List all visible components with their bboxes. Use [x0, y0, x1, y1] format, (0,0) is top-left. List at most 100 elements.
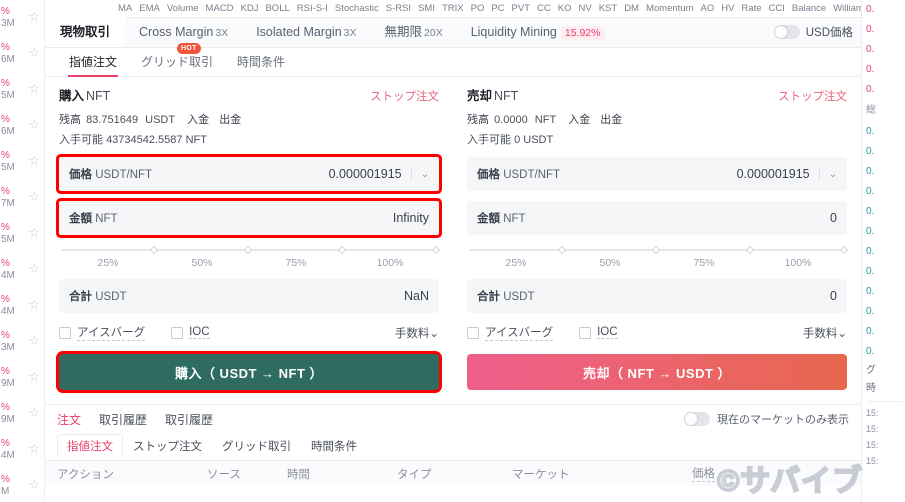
indicator-item[interactable]: MACD	[206, 3, 234, 14]
bid-price[interactable]: 0.	[866, 302, 905, 322]
sell-submit-button[interactable]: 売却（ NFT → USDT ）	[467, 354, 847, 390]
sell-deposit-link[interactable]: 入金	[568, 114, 590, 126]
sell-iceberg-option[interactable]: アイスバーグ	[467, 324, 554, 341]
chevron-down-icon[interactable]: ⌄	[829, 169, 837, 180]
ask-price[interactable]: 0.	[866, 40, 905, 60]
subtab-limit-order[interactable]: 指値注文	[57, 434, 123, 458]
ask-price[interactable]: 0.	[866, 60, 905, 80]
list-item[interactable]: % 5M ☆	[0, 216, 44, 252]
indicator-item[interactable]: PVT	[512, 3, 530, 14]
slider-tick-25[interactable]: 25%	[61, 257, 155, 269]
list-item[interactable]: % 5M ☆	[0, 72, 44, 108]
buy-iceberg-option[interactable]: アイスバーグ	[59, 324, 146, 341]
list-item[interactable]: % 9M ☆	[0, 396, 44, 432]
indicator-item[interactable]: BOLL	[265, 3, 289, 14]
tab-isolated-margin[interactable]: Isolated Margin 3X	[242, 17, 370, 47]
indicator-item[interactable]: TRIX	[442, 3, 464, 14]
list-item[interactable]: % 6M ☆	[0, 36, 44, 72]
bid-price[interactable]: 0.	[866, 142, 905, 162]
tab-open-orders[interactable]: 注文	[57, 411, 81, 428]
bid-price[interactable]: 0.	[866, 242, 905, 262]
buy-price-input[interactable]: 価格 USDT/NFT 0.000001915 ⌄	[59, 157, 439, 191]
orders-sub-tabs[interactable]: 指値注文 ストップ注文 グリッド取引 時間条件	[45, 433, 861, 459]
bid-price[interactable]: 0.	[866, 222, 905, 242]
buy-total-field[interactable]: 合計 USDT NaN	[59, 279, 439, 313]
indicator-item[interactable]: KST	[599, 3, 617, 14]
bid-price[interactable]: 0.	[866, 322, 905, 342]
slider-tick-75[interactable]: 75%	[249, 257, 343, 269]
indicator-item[interactable]: KDJ	[241, 3, 259, 14]
tab-trade-history-2[interactable]: 取引履歴	[165, 411, 213, 428]
chevron-down-icon[interactable]: ⌄	[421, 169, 429, 180]
indicator-item[interactable]: Williams	[833, 3, 861, 14]
orders-tabs[interactable]: 注文 取引履歴 取引履歴 現在のマーケットのみ表示	[45, 405, 861, 433]
sell-fee-dropdown[interactable]: 手数料⌄	[803, 325, 847, 341]
slider-tick-75[interactable]: 75%	[657, 257, 751, 269]
indicator-item[interactable]: Momentum	[646, 3, 694, 14]
indicator-item[interactable]: HV	[721, 3, 734, 14]
left-market-list-column[interactable]: % 3M ☆ % 6M ☆ % 5M ☆ % 6M ☆ % 5M ☆ % 7M ☆ % 5M ☆ % 4M ☆ …	[0, 0, 45, 502]
subtab-grid-trading[interactable]: グリッド取引	[212, 434, 301, 458]
bid-price[interactable]: 0.	[866, 342, 905, 362]
list-item[interactable]: % 7M ☆	[0, 180, 44, 216]
indicator-item[interactable]: PC	[491, 3, 504, 14]
bid-price[interactable]: 0.	[866, 262, 905, 282]
buy-submit-button[interactable]: 購入（ USDT → NFT ）	[59, 354, 439, 390]
list-item[interactable]: % 4M ☆	[0, 252, 44, 288]
star-icon[interactable]: ☆	[28, 405, 40, 421]
indicator-item[interactable]: NV	[579, 3, 592, 14]
sell-amount-input[interactable]: 金額 NFT 0	[467, 201, 847, 235]
subtab-stop-order[interactable]: ストップ注文	[123, 434, 212, 458]
current-market-only-toggle[interactable]: 現在のマーケットのみ表示	[684, 411, 849, 427]
indicator-item[interactable]: RSI-S-I	[297, 3, 328, 14]
indicator-item[interactable]: PO	[471, 3, 485, 14]
slider-tick-100[interactable]: 100%	[343, 257, 437, 269]
buy-deposit-link[interactable]: 入金	[187, 114, 209, 126]
bid-price[interactable]: 0.	[866, 182, 905, 202]
list-item[interactable]: % 6M ☆	[0, 108, 44, 144]
order-type-tabs[interactable]: 指値注文 グリッド取引 HOT 時間条件	[45, 42, 861, 77]
list-item[interactable]: % 3M ☆	[0, 324, 44, 360]
indicator-item[interactable]: Balance	[792, 3, 826, 14]
slider-track[interactable]	[469, 245, 849, 255]
bid-price[interactable]: 0.	[866, 202, 905, 222]
chart-indicator-bar[interactable]: MA EMA Volume MACD KDJ BOLL RSI-S-I Stoc…	[45, 0, 861, 18]
indicator-item[interactable]: MA	[118, 3, 132, 14]
star-icon[interactable]: ☆	[28, 441, 40, 457]
tab-perpetual[interactable]: 無期限 20X	[371, 17, 457, 47]
market-type-tabs[interactable]: 現物取引 Cross Margin 3X Isolated Margin 3X 無期…	[45, 16, 861, 48]
sell-withdraw-link[interactable]: 出金	[600, 114, 622, 126]
sell-total-field[interactable]: 合計 USDT 0	[467, 279, 847, 313]
buy-iceberg-checkbox[interactable]	[59, 326, 71, 339]
indicator-item[interactable]: CCI	[769, 3, 785, 14]
sell-ioc-option[interactable]: IOC	[579, 326, 618, 339]
buy-ioc-option[interactable]: IOC	[171, 326, 210, 339]
sell-percent-slider[interactable]: 25% 50% 75% 100%	[467, 245, 849, 269]
indicator-item[interactable]: Rate	[741, 3, 761, 14]
star-icon[interactable]: ☆	[28, 153, 40, 169]
sell-price-input[interactable]: 価格 USDT/NFT 0.000001915 ⌄	[467, 157, 847, 191]
tab-trade-history-1[interactable]: 取引履歴	[99, 411, 147, 428]
indicator-item[interactable]: S-RSI	[386, 3, 411, 14]
star-icon[interactable]: ☆	[28, 45, 40, 61]
star-icon[interactable]: ☆	[28, 333, 40, 349]
slider-tick-100[interactable]: 100%	[751, 257, 845, 269]
star-icon[interactable]: ☆	[28, 189, 40, 205]
ask-price[interactable]: 0.	[866, 80, 905, 100]
buy-stop-order-link[interactable]: ストップ注文	[370, 88, 439, 104]
subtab-time-condition[interactable]: 時間条件	[301, 434, 367, 458]
list-item[interactable]: % M ☆	[0, 468, 44, 502]
star-icon[interactable]: ☆	[28, 369, 40, 385]
indicator-item[interactable]: Volume	[167, 3, 199, 14]
sell-stop-order-link[interactable]: ストップ注文	[778, 88, 847, 104]
buy-ioc-checkbox[interactable]	[171, 326, 184, 339]
slider-tick-50[interactable]: 50%	[563, 257, 657, 269]
indicator-item[interactable]: KO	[558, 3, 572, 14]
star-icon[interactable]: ☆	[28, 9, 40, 25]
buy-amount-input[interactable]: 金額 NFT Infinity	[59, 201, 439, 235]
indicator-item[interactable]: CC	[537, 3, 551, 14]
tab-time-condition[interactable]: 時間条件	[225, 48, 297, 77]
star-icon[interactable]: ☆	[28, 297, 40, 313]
indicator-item[interactable]: AO	[700, 3, 714, 14]
tab-spot[interactable]: 現物取引	[45, 16, 126, 47]
